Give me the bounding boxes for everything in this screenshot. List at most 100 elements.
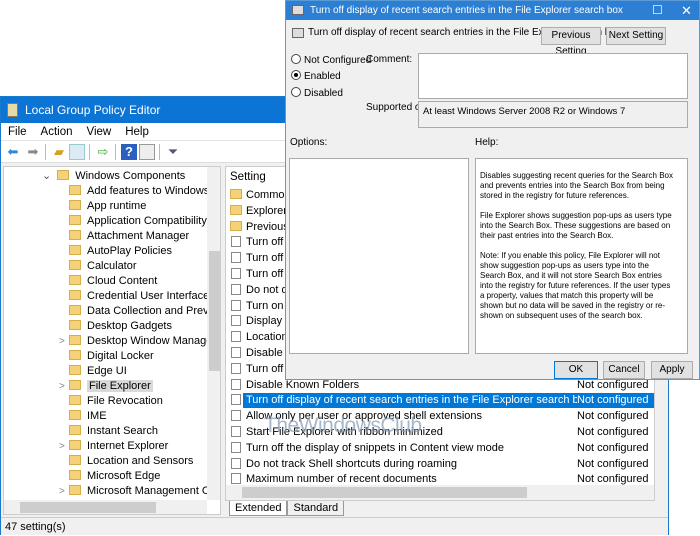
action-pane-icon[interactable] <box>139 144 155 160</box>
help-paragraph: Disables suggesting recent queries for t… <box>480 171 673 200</box>
menu-action[interactable]: Action <box>34 123 80 141</box>
policy-icon <box>231 315 241 327</box>
policy-icon <box>231 473 241 485</box>
policy-icon <box>231 378 241 390</box>
tree-item[interactable]: Add features to Windows 10 <box>69 184 220 199</box>
help-pane: Disables suggesting recent queries for t… <box>475 158 688 354</box>
toolbar-separator <box>115 144 116 160</box>
radio-disabled[interactable]: Disabled <box>291 87 343 101</box>
tree-item[interactable]: Location and Sensors <box>69 454 193 469</box>
tab-standard[interactable]: Standard <box>287 501 345 516</box>
tree-item-windows-components[interactable]: ⌄ Windows Components <box>42 169 185 184</box>
setting-name: Location <box>246 331 288 344</box>
setting-row[interactable]: Turn off display of recent search entrie… <box>226 393 654 409</box>
next-setting-button[interactable]: Next Setting <box>606 27 666 45</box>
previous-setting-button[interactable]: Previous Setting <box>541 27 601 57</box>
tree-item[interactable]: Desktop Gadgets <box>69 319 172 334</box>
help-icon[interactable]: ? <box>121 144 137 160</box>
tree-item[interactable]: Application Compatibility <box>69 214 207 229</box>
toolbar-separator <box>89 144 90 160</box>
setting-row[interactable]: Turn off the display of snippets in Cont… <box>226 441 654 456</box>
apply-button[interactable]: Apply <box>651 361 693 379</box>
folder-icon <box>230 204 242 215</box>
tree-item[interactable]: Attachment Manager <box>69 229 189 244</box>
tree-scroll-thumb[interactable] <box>209 251 220 371</box>
menu-file[interactable]: File <box>1 123 34 141</box>
folder-icon <box>69 485 81 495</box>
status-bar: 47 setting(s) <box>1 517 668 535</box>
setting-name: Turn off display of recent search entrie… <box>246 394 595 407</box>
policy-icon <box>231 441 241 453</box>
tree-item[interactable]: Digital Locker <box>69 349 154 364</box>
folder-icon <box>69 425 81 435</box>
tree-horizontal-scrollbar[interactable] <box>4 500 207 514</box>
tree-item[interactable]: Cloud Content <box>69 274 157 289</box>
policy-icon <box>231 283 241 295</box>
tree-item[interactable]: File Revocation <box>69 394 163 409</box>
tree-item[interactable]: >Microsoft Management Console <box>59 484 220 499</box>
tree-item[interactable]: Data Collection and Preview <box>69 304 220 319</box>
tree-item[interactable]: Microsoft Edge <box>69 469 160 484</box>
folder-icon <box>69 365 81 375</box>
tree-item[interactable]: AutoPlay Policies <box>69 244 172 259</box>
tree-item[interactable]: > Desktop Window Manager <box>59 334 216 349</box>
menu-help[interactable]: Help <box>118 123 156 141</box>
chevron-right-icon[interactable]: > <box>59 334 65 349</box>
tab-extended[interactable]: Extended <box>229 501 288 516</box>
radio-enabled[interactable]: Enabled <box>291 70 341 84</box>
tree-item[interactable]: > Internet Explorer <box>59 439 168 454</box>
folder-icon <box>230 220 242 231</box>
options-pane <box>289 158 469 354</box>
help-paragraph: Note: If you enable this policy, File Ex… <box>480 251 671 320</box>
folder-icon <box>69 380 81 390</box>
main-window-title: Local Group Policy Editor <box>25 103 161 117</box>
folder-icon <box>69 245 81 255</box>
tree-item[interactable]: IME <box>69 409 107 424</box>
view-tabs: Extended Standard <box>229 501 345 517</box>
chevron-right-icon[interactable]: > <box>59 439 65 454</box>
up-folder-icon[interactable]: ▰ <box>51 144 67 160</box>
tree-item[interactable]: App runtime <box>69 199 146 214</box>
list-horizontal-scrollbar[interactable] <box>226 485 654 500</box>
setting-row[interactable]: Do not track Shell shortcuts during roam… <box>226 457 654 472</box>
tree-item[interactable]: > File Explorer <box>59 379 153 394</box>
help-paragraph: File Explorer shows suggestion pop-ups a… <box>480 211 672 240</box>
policy-icon <box>231 252 241 264</box>
tree-item[interactable]: Instant Search <box>69 424 158 439</box>
tree-item[interactable]: Credential User Interface <box>69 289 209 304</box>
help-label: Help: <box>475 137 499 148</box>
dialog-title-bar[interactable]: Turn off display of recent search entrie… <box>286 1 699 20</box>
policy-icon <box>231 331 241 343</box>
maximize-icon[interactable]: ☐ <box>652 1 663 20</box>
tree-item[interactable]: Edge UI <box>69 364 127 379</box>
comment-textarea[interactable] <box>418 53 688 99</box>
policy-icon <box>292 5 304 15</box>
setting-state: Not configured <box>577 457 649 470</box>
show-hide-tree-icon[interactable] <box>69 144 85 160</box>
policy-icon <box>231 457 241 469</box>
folder-icon <box>69 305 81 315</box>
menu-view[interactable]: View <box>80 123 119 141</box>
folder-icon <box>69 410 81 420</box>
chevron-right-icon[interactable]: > <box>59 484 65 499</box>
forward-arrow-icon[interactable]: ➡ <box>25 144 41 160</box>
setting-name: Disable Known Folders <box>246 378 360 391</box>
export-list-icon[interactable]: ⇨ <box>95 144 111 160</box>
chevron-right-icon[interactable]: > <box>59 379 65 394</box>
cancel-button[interactable]: Cancel <box>603 361 645 379</box>
filter-icon[interactable]: ⏷ <box>165 144 181 160</box>
toolbar-separator <box>45 144 46 160</box>
policy-icon <box>231 394 241 406</box>
folder-icon <box>230 189 242 199</box>
folder-icon <box>69 200 81 210</box>
folder-icon <box>69 230 81 240</box>
folder-icon <box>69 275 81 285</box>
setting-name: Maximum number of recent documents <box>246 473 437 486</box>
setting-name: Do not track Shell shortcuts during roam… <box>246 457 457 470</box>
tree-item[interactable]: Calculator <box>69 259 137 274</box>
close-icon[interactable]: ✕ <box>681 1 692 20</box>
radio-not-configured[interactable]: Not Configured <box>291 54 371 68</box>
ok-button[interactable]: OK <box>554 361 598 379</box>
back-arrow-icon[interactable]: ⬅ <box>5 144 21 160</box>
folder-icon <box>69 335 81 345</box>
